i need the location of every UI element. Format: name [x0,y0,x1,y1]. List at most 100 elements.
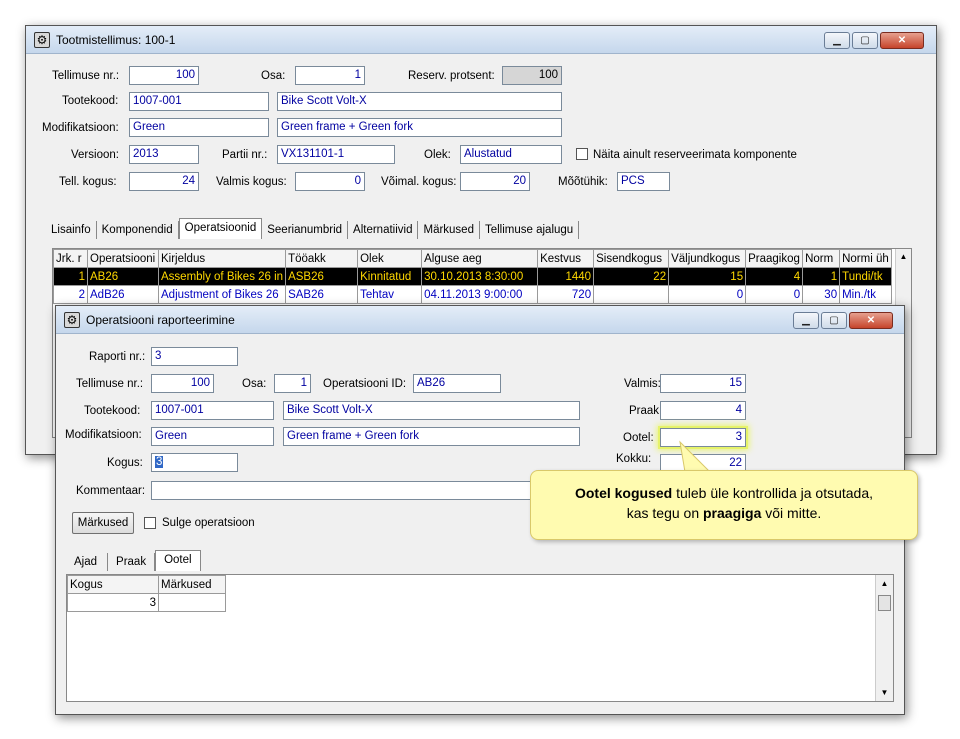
cell-markused[interactable] [158,593,226,612]
col-header-operatsiooni[interactable]: Operatsiooni [87,249,159,268]
tab-tellimuse-ajalugu[interactable]: Tellimuse ajalugu [480,221,580,239]
ootel-grid[interactable]: Kogus Märkused 3 ▲ ▼ [66,574,894,702]
callout-bold-praagiga: praagiga [703,505,762,521]
d-mod-description-field[interactable]: Green frame + Green fork [283,427,580,446]
praak-label: Praak: [629,405,663,417]
cell: 22 [593,267,670,286]
d-osa-field[interactable]: 1 [274,374,311,393]
kogus-label: Kogus: [107,457,143,469]
dialog-window-title: Operatsiooni raporteerimine [86,313,235,327]
partii-field[interactable]: VX131101-1 [277,145,395,164]
partii-label: Partii nr.: [222,149,268,161]
tootekood-field[interactable]: 1007-001 [129,92,269,111]
d-modifikatsioon-field[interactable]: Green [151,427,274,446]
cell: Min./tk [839,285,892,304]
scroll-down-arrow-icon[interactable]: ▼ [876,688,893,697]
table-row[interactable]: 3 [67,593,226,612]
d-tootekood-label: Tootekood: [84,405,141,417]
unreserved-only-checkbox[interactable] [576,148,588,160]
tell-kogus-field[interactable]: 24 [129,172,199,191]
col-header-jrk[interactable]: Jrk. r [53,249,88,268]
mod-description-field[interactable]: Green frame + Green fork [277,118,562,137]
valmis-kogus-field[interactable]: 0 [295,172,365,191]
scroll-up-arrow-icon[interactable]: ▲ [876,579,893,588]
reserv-field: 100 [502,66,562,85]
valmis-kogus-label: Valmis kogus: [216,176,287,188]
operatsiooni-id-field[interactable]: AB26 [413,374,501,393]
dialog-titlebar[interactable]: ⚙ Operatsiooni raporteerimine ▁ ▢ ✕ [56,306,904,334]
col-header-sisendkogus[interactable]: Sisendkogus [593,249,670,268]
d-tootekood-field[interactable]: 1007-001 [151,401,274,420]
col-header-kirjeldus[interactable]: Kirjeldus [157,249,287,268]
minimize-button[interactable]: ▁ [824,32,850,49]
cell: AB26 [87,267,159,286]
dialog-close-button[interactable]: ✕ [849,312,893,329]
raporti-nr-field[interactable]: 3 [151,347,238,366]
valmis-field[interactable]: 15 [660,374,746,393]
cell: ASB26 [285,267,359,286]
col-header-markused[interactable]: Märkused [158,575,226,594]
tootekood-label: Tootekood: [62,95,119,107]
tab-alternatiivid[interactable]: Alternatiivid [348,221,419,239]
col-header-olek[interactable]: Olek [357,249,423,268]
col-header-normi-uh[interactable]: Normi üh [839,249,892,268]
modifikatsioon-field[interactable]: Green [129,118,269,137]
tab-ajad[interactable]: Ajad [64,553,109,571]
tab-komponendid[interactable]: Komponendid [97,221,179,239]
modifikatsioon-label: Modifikatsioon: [42,122,119,134]
d-product-name-field[interactable]: Bike Scott Volt-X [283,401,580,420]
tellimuse-nr-label: Tellimuse nr.: [52,70,120,82]
osa-field[interactable]: 1 [295,66,365,85]
d-modifikatsioon-label: Modifikatsioon: [65,429,142,441]
sulge-operatsioon-checkbox[interactable] [144,517,156,529]
cell: AdB26 [87,285,159,304]
col-header-praagikog[interactable]: Praagikog [745,249,804,268]
product-name-field[interactable]: Bike Scott Volt-X [277,92,562,111]
callout-text-1: tuleb üle kontrollida ja otsutada, [672,485,874,501]
table-row[interactable]: 2 AdB26 Adjustment of Bikes 26 SAB26 Teh… [53,285,892,304]
ootel-grid-scrollbar[interactable]: ▲ ▼ [875,575,893,701]
main-titlebar[interactable]: ⚙ Tootmistellimus: 100-1 ▁ ▢ ✕ [26,26,936,54]
cell: Tehtav [357,285,423,304]
scroll-up-arrow-icon[interactable]: ▲ [896,252,911,261]
tab-seerianumbrid[interactable]: Seerianumbrid [262,221,349,239]
tellimuse-nr-field[interactable]: 100 [129,66,199,85]
maximize-button[interactable]: ▢ [852,32,878,49]
kommentaar-field[interactable] [151,481,546,500]
tab-praak[interactable]: Praak [108,553,156,571]
col-header-valjundkogus[interactable]: Väljundkogus [668,249,747,268]
col-header-kogus[interactable]: Kogus [67,575,159,594]
cell: 720 [537,285,595,304]
main-window-title: Tootmistellimus: 100-1 [56,33,176,47]
cell: 30.10.2013 8:30:00 [421,267,539,286]
col-header-kestvus[interactable]: Kestvus [537,249,595,268]
cell: SAB26 [285,285,359,304]
cell-kogus[interactable]: 3 [67,593,159,612]
d-tellimuse-nr-field[interactable]: 100 [151,374,214,393]
dialog-minimize-button[interactable]: ▁ [793,312,819,329]
cell: 0 [745,285,804,304]
tab-markused[interactable]: Märkused [418,221,480,239]
dialog-maximize-button[interactable]: ▢ [821,312,847,329]
operatsiooni-id-label: Operatsiooni ID: [323,378,407,390]
scroll-thumb[interactable] [878,595,891,611]
versioon-field[interactable]: 2013 [129,145,199,164]
main-tabs: Lisainfo Komponendid Operatsioonid Seeri… [46,218,580,239]
mootuhik-field[interactable]: PCS [617,172,670,191]
praak-field[interactable]: 4 [660,401,746,420]
grid-header-row: Jrk. r Operatsiooni Kirjeldus Tööakk Ole… [53,249,892,268]
olek-field[interactable]: Alustatud [460,145,562,164]
voimal-kogus-field[interactable]: 20 [460,172,530,191]
col-header-norm[interactable]: Norm [802,249,841,268]
tab-ootel[interactable]: Ootel [155,550,201,571]
close-button[interactable]: ✕ [880,32,924,49]
callout-text-2a: kas tegu on [626,505,703,521]
kogus-field[interactable]: 3 [151,453,238,472]
tab-operatsioonid[interactable]: Operatsioonid [178,218,263,239]
cell: 1 [802,267,841,286]
table-row[interactable]: 1 AB26 Assembly of Bikes 26 in ASB26 Kin… [53,267,892,286]
col-header-alguse-aeg[interactable]: Alguse aeg [421,249,539,268]
col-header-tooakk[interactable]: Tööakk [285,249,359,268]
tab-lisainfo[interactable]: Lisainfo [46,221,97,239]
markused-button[interactable]: Märkused [72,512,134,534]
